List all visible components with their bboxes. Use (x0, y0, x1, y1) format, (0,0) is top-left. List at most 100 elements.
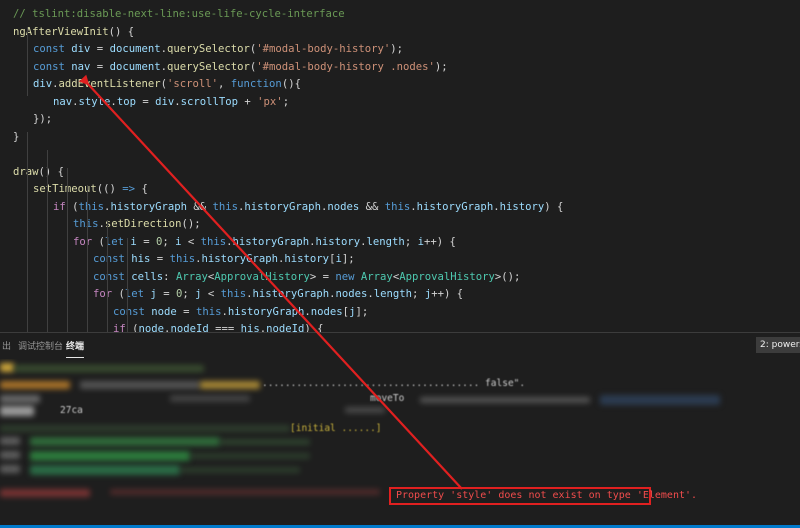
terminal-fragment: ...................................... f… (262, 378, 526, 389)
indent-guide (27, 27, 28, 96)
code-token: = (156, 288, 176, 300)
code-line[interactable]: setTimeout(() => { (33, 181, 148, 198)
code-token: setDirection (104, 218, 182, 230)
code-token: nodeId (170, 323, 209, 332)
code-token: ; (412, 288, 425, 300)
code-token: (); (181, 218, 201, 230)
code-line[interactable]: if (node.nodeId === his.nodeId) { (113, 321, 324, 332)
code-line[interactable]: const div = document.querySelector('#mod… (33, 41, 403, 58)
code-token: = (136, 235, 156, 248)
code-line[interactable]: }); (33, 111, 52, 128)
code-token: his (240, 323, 260, 332)
tab-debug-console[interactable]: 调试控制台 (18, 339, 63, 352)
code-token: function (230, 78, 282, 90)
code-token: = (135, 95, 156, 108)
code-token: div (71, 43, 91, 55)
code-line[interactable]: const his = this.historyGraph.history[i]… (93, 251, 355, 268)
code-line[interactable]: div.addEventListener('scroll', function(… (33, 76, 301, 93)
code-token: length (373, 288, 413, 300)
code-token: this (78, 200, 105, 213)
code-token: () { (38, 165, 65, 178)
code-token: // tslint:disable-next-line:use-life-cyc… (13, 8, 345, 20)
code-token: Array (360, 270, 393, 283)
code-line[interactable]: const node = this.historyGraph.nodes[j]; (113, 304, 368, 321)
code-line[interactable]: if (this.historyGraph && this.historyGra… (53, 199, 563, 216)
code-token: '#modal-body-history' (256, 43, 391, 55)
code-token: , (218, 78, 231, 90)
code-token: (() (96, 183, 123, 195)
code-token: ); (434, 60, 448, 73)
code-line[interactable]: for (let j = 0; j < this.historyGraph.no… (93, 286, 463, 303)
code-token: nodeId (266, 323, 305, 332)
code-line[interactable]: } (13, 129, 19, 146)
code-line[interactable]: ngAfterViewInit() { (13, 24, 134, 41)
code-token: } (13, 130, 20, 143)
code-token: const (113, 305, 152, 318)
code-token: const (33, 43, 72, 55)
code-token: === (208, 323, 241, 332)
code-token: history (499, 200, 545, 213)
code-token: => (122, 183, 136, 195)
code-token: 'px' (257, 95, 283, 108)
code-token: const (33, 60, 72, 73)
code-token: = (90, 43, 110, 55)
code-token: this (195, 305, 222, 318)
code-token: ; (404, 235, 418, 248)
code-token: ; (282, 95, 290, 108)
terminal-fragment: moveTo (370, 393, 405, 404)
code-token: ]; (355, 305, 369, 318)
code-token: = (150, 253, 170, 265)
code-token: const (93, 270, 132, 283)
code-token: ) { (544, 200, 564, 213)
code-token: () { (108, 25, 135, 38)
code-token: ( (112, 288, 125, 300)
code-token: ( (92, 235, 105, 248)
code-line[interactable]: const cells: Array<ApprovalHistory> = ne… (93, 269, 520, 286)
indent-guide (47, 150, 48, 332)
code-token: ApprovalHistory (399, 270, 495, 283)
code-token: node (151, 305, 177, 318)
code-token: ApprovalHistory (214, 270, 310, 283)
code-line[interactable]: // tslint:disable-next-line:use-life-cyc… (13, 6, 345, 23)
code-line[interactable]: const nav = document.querySelector('#mod… (33, 59, 448, 76)
code-token: ; (182, 288, 196, 300)
code-editor[interactable]: // tslint:disable-next-line:use-life-cyc… (0, 0, 800, 332)
code-token: : (163, 270, 176, 283)
panel-header: 出 调试控制台 终端 (0, 332, 800, 359)
code-token: ]; (341, 253, 355, 265)
indent-guide (67, 168, 68, 332)
tab-terminal[interactable]: 终端 (66, 339, 85, 358)
code-token: length (366, 235, 405, 248)
code-token: draw (13, 165, 39, 178)
code-token: history (284, 253, 330, 265)
code-token: nodes (310, 305, 343, 318)
code-token: querySelector (166, 43, 250, 55)
code-token: (){ (281, 78, 301, 90)
terminal-select[interactable]: 2: powers (756, 337, 800, 353)
code-token: + (238, 95, 258, 108)
code-line[interactable]: this.setDirection(); (73, 216, 201, 233)
code-token: < (181, 235, 201, 248)
code-token: cells (131, 270, 164, 283)
terminal-fragment: 27ca (60, 405, 83, 416)
code-line[interactable]: for (let i = 0; i < this.historyGraph.hi… (73, 234, 456, 251)
code-line[interactable]: draw() { (13, 164, 64, 181)
code-token: }); (33, 113, 53, 125)
code-token: this (220, 288, 247, 300)
code-token: historyGraph (227, 305, 305, 318)
code-token: ) { (304, 323, 324, 332)
code-token: if (113, 323, 126, 332)
code-token: < (201, 288, 221, 300)
code-token: ); (390, 43, 403, 55)
code-token: document (109, 60, 161, 73)
code-token: document (109, 43, 161, 55)
code-token: > = (309, 270, 336, 283)
code-token: >(); (494, 270, 521, 283)
code-token: querySelector (166, 60, 250, 73)
indent-guide (27, 132, 28, 332)
code-token: = (90, 60, 110, 73)
code-token: 'scroll' (166, 78, 219, 90)
code-line[interactable]: nav.style.top = div.scrollTop + 'px'; (53, 94, 289, 111)
code-token: for (93, 288, 113, 300)
tab-output[interactable]: 出 (2, 339, 11, 352)
